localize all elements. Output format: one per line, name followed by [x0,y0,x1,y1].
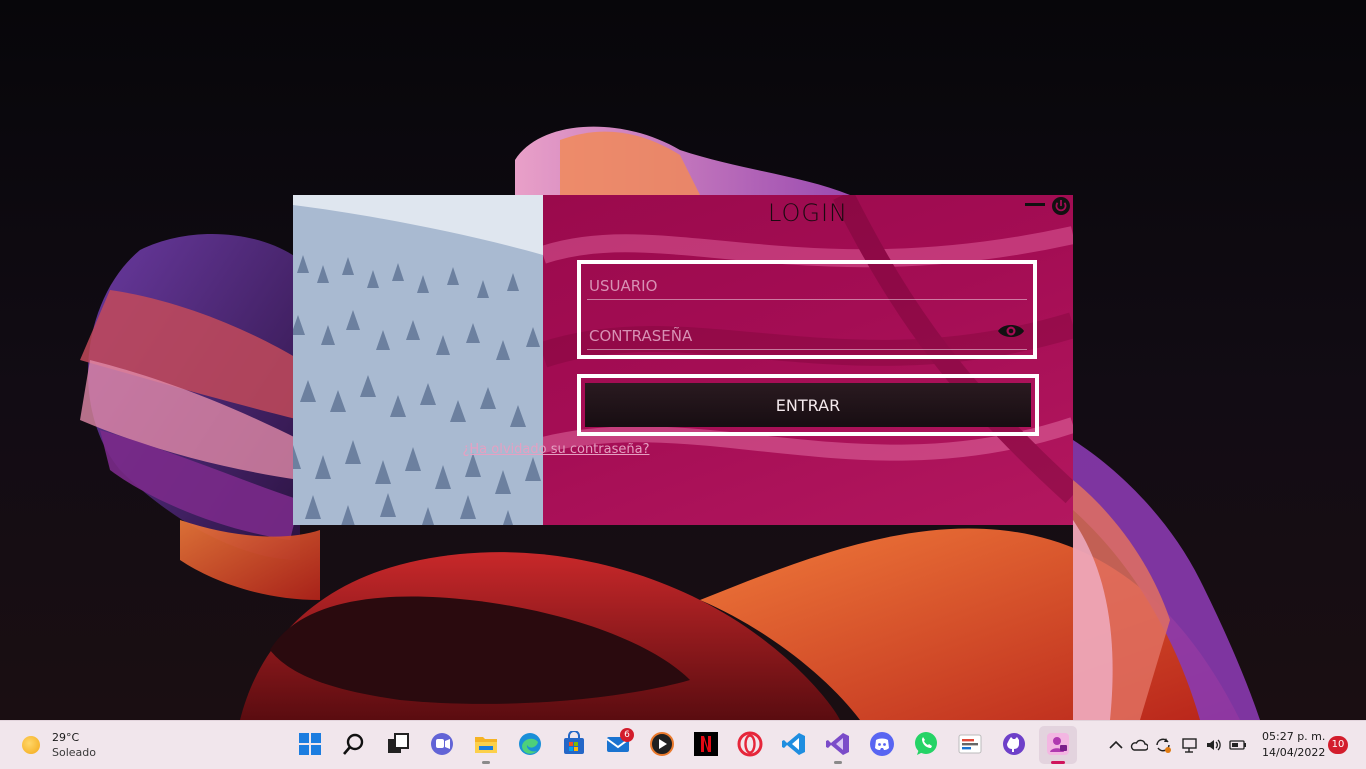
power-button[interactable] [1051,196,1071,216]
taskbar: 29°C Soleado 6 05:27 p. m. 14/04/2022 10 [0,720,1366,769]
credentials-box [577,260,1037,359]
weather-temperature: 29°C [52,731,80,744]
login-panel: LOGIN [543,195,1073,525]
task-view-icon[interactable] [385,731,411,757]
edge-icon[interactable] [517,731,543,757]
username-input[interactable] [587,272,1027,300]
running-indicator [482,761,490,764]
file-explorer-icon[interactable] [473,731,499,764]
enter-button-frame: ENTRAR [577,374,1039,436]
github-icon[interactable] [1001,731,1027,757]
start-icon[interactable] [297,731,323,757]
visual-studio-icon[interactable] [825,731,851,764]
netflix-icon[interactable] [693,731,719,757]
forest-illustration [293,195,543,525]
active-indicator [1051,761,1065,764]
search-icon[interactable] [341,731,367,757]
eye-icon [998,325,1024,337]
snowy-forest-image [293,195,543,525]
minimize-button[interactable] [1025,203,1045,217]
weather-description: Soleado [52,746,96,759]
opera-icon[interactable] [737,731,763,757]
battery-icon[interactable] [1229,736,1247,754]
show-password-icon[interactable] [997,322,1025,340]
onedrive-icon[interactable] [1130,736,1149,754]
app-list-icon[interactable] [957,731,983,757]
clock-time[interactable]: 05:27 p. m. [1262,730,1332,743]
whatsapp-icon[interactable] [913,731,939,757]
media-player-icon[interactable] [649,731,675,757]
sync-icon[interactable] [1154,736,1172,754]
password-field-wrap [587,322,1027,352]
notification-badge[interactable]: 10 [1328,736,1348,754]
teams-chat-icon[interactable] [429,731,455,757]
weather-widget[interactable]: 29°C Soleado [20,729,130,761]
network-icon[interactable] [1181,736,1199,754]
forgot-password-link[interactable]: ¿Ha olvidado su contraseña? [293,442,819,457]
minimize-icon [1025,203,1045,206]
clock-date[interactable]: 14/04/2022 [1262,746,1332,759]
sun-icon [22,736,40,754]
login-app-icon[interactable] [1045,731,1071,764]
mail-badge: 6 [620,728,634,742]
vscode-icon[interactable] [781,731,807,757]
login-window: LOGIN ENTRAR ¿Ha olvidado su contraseña? [293,195,1073,525]
chevron-up-icon[interactable] [1107,736,1125,754]
power-icon [1052,197,1070,215]
enter-button[interactable]: ENTRAR [585,383,1031,427]
running-indicator [834,761,842,764]
volume-icon[interactable] [1205,736,1223,754]
login-title: LOGIN [767,199,849,227]
password-input[interactable] [587,322,1027,350]
username-field-wrap [587,272,1027,302]
panel-swirl-pattern [543,195,1073,504]
microsoft-store-icon[interactable] [561,731,587,757]
discord-icon[interactable] [869,731,895,757]
